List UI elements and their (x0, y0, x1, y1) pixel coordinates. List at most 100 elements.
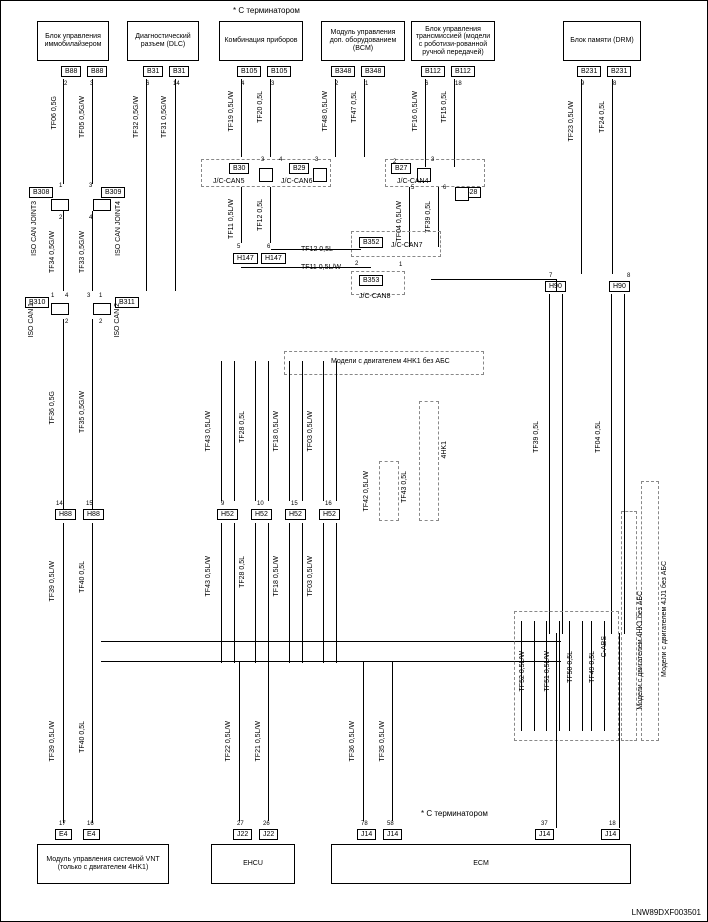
pin: 3 (89, 183, 92, 189)
isoj4-lbl: ISO CAN JOINT4 (115, 201, 122, 256)
wire-tf48: TF48 0,5L/W (322, 91, 329, 131)
wire-tf28a: TF28 0,5L (239, 411, 246, 443)
conn-b231b: B231 (607, 66, 631, 77)
pin: 2 (355, 261, 358, 267)
conn-b105b: B105 (267, 66, 291, 77)
conn-e4b: E4 (83, 829, 100, 840)
isoj3-lbl: ISO CAN JOINT3 (31, 201, 38, 256)
wire-tf28b: TF28 0,5L (239, 556, 246, 588)
pin: 1 (51, 293, 54, 299)
wiring-diagram: * С терминатором Блок управления иммобил… (0, 0, 708, 922)
wire-tf33: TF33 0,5G/W (79, 231, 86, 273)
module-ehcu: EHCU (211, 844, 295, 884)
docnum: LNW89DXF003501 (632, 908, 701, 917)
module-trans: Блок управления трансмиссией (модели с р… (411, 21, 495, 61)
conn-h52b: H52 (251, 509, 272, 520)
wire-tf16: TF16 0,5L/W (412, 91, 419, 131)
pin: 8 (613, 81, 616, 87)
wire-tf12a: TF12 0,5L (257, 199, 264, 231)
conn-h52c: H52 (285, 509, 306, 520)
note-4hk1-1: Модели с двигателем 4HK1 без АБС (331, 358, 450, 365)
conn-h90b: H90 (609, 281, 630, 292)
jc5-dot (259, 168, 273, 182)
wire-tf18b: TF18 0,5L/W (273, 556, 280, 596)
module-combi: Комбинация приборов (219, 21, 303, 61)
conn-b309: B309 (101, 187, 125, 198)
isocan2-dot (93, 303, 111, 315)
wire-tf39b: TF39 0,5L (425, 201, 432, 233)
wire-tf20: TF20 0,5L (257, 91, 264, 123)
wire-tf39r: TF39 0,5L (533, 421, 540, 453)
pin: 4 (65, 293, 68, 299)
conn-j14a: J14 (357, 829, 376, 840)
jc4-dot2 (455, 187, 469, 201)
conn-e4a: E4 (55, 829, 72, 840)
wire-tf43a: TF43 0,5L/W (205, 411, 212, 451)
conn-j14d: J14 (601, 829, 620, 840)
wire-tf40-2: TF40 0,5L (79, 721, 86, 753)
joint4-dot (93, 199, 111, 211)
conn-b29: B29 (289, 163, 309, 174)
pin: 3 (87, 293, 90, 299)
jccan5-lbl: J/C-CAN5 (213, 178, 245, 185)
pin: 1 (399, 262, 402, 268)
wire-tf36: TF36 0,5G (49, 391, 56, 424)
wire-tf39-2: TF39 0,5L/W (49, 721, 56, 761)
pin: 1 (99, 293, 102, 299)
wire-tf05: TF05 0,5G/W (79, 96, 86, 138)
pin: 27 (237, 821, 244, 827)
pin: 78 (361, 821, 368, 827)
conn-j14b: J14 (383, 829, 402, 840)
wire-tf32: TF32 0,5G/W (133, 96, 140, 138)
pin: 15 (86, 501, 93, 507)
pin: 2 (99, 319, 102, 325)
pin: 17 (59, 821, 66, 827)
pin: 16 (325, 501, 332, 507)
module-drm: Блок памяти (DRM) (563, 21, 641, 61)
pin: 3 (315, 157, 318, 163)
wire-tf15: TF15 0,5L (441, 91, 448, 123)
pin: 18 (455, 81, 462, 87)
conn-b105a: B105 (237, 66, 261, 77)
pin: 9 (221, 501, 224, 507)
wire-tf35b: TF35 0,5L/W (379, 721, 386, 761)
wire-tf43b: TF43 0,5L/W (205, 556, 212, 596)
pin: 3 (261, 157, 264, 163)
pin: 58 (387, 821, 394, 827)
conn-b348a: B348 (331, 66, 355, 77)
conn-b231a: B231 (577, 66, 601, 77)
dashed-4hk1-r (621, 511, 637, 741)
wire-tf39: TF39 0,5L/W (49, 561, 56, 601)
wire-tf31: TF31 0,5G/W (161, 96, 168, 138)
wire-tf19: TF19 0,5L/W (228, 91, 235, 131)
module-diag: Диагностический разъем (DLC) (127, 21, 199, 61)
wire-tf51: TF51 0,5L/W (544, 651, 551, 691)
wire-tf03b: TF03 0,5L/W (307, 556, 314, 596)
conn-h147b: H147 (261, 253, 286, 264)
header-note: * С терминатором (233, 6, 300, 15)
pin: 4 (279, 157, 282, 163)
module-bcm: Модуль управления доп. оборудованием (BC… (321, 21, 405, 61)
pin: 1 (365, 81, 368, 87)
pin: 8 (627, 273, 630, 279)
conn-b30: B30 (229, 163, 249, 174)
conn-b352: B352 (359, 237, 383, 248)
pin: 26 (263, 821, 270, 827)
pin: 5 (237, 244, 240, 250)
wire-tf50: TF50 0,5L (567, 651, 574, 683)
jccan8-lbl: J/C-CAN8 (359, 293, 391, 300)
wire-tf18a: TF18 0,5L/W (273, 411, 280, 451)
wire-tf52: TF52 0,5L/W (519, 651, 526, 691)
pin: 3 (431, 157, 434, 163)
wire-tf21: TF21 0,5L/W (255, 721, 262, 761)
conn-h52a: H52 (217, 509, 238, 520)
wire-tf11a: TF11 0,5L/W (228, 199, 235, 239)
conn-j14c: J14 (535, 829, 554, 840)
wire-tf47: TF47 0,5L (351, 91, 358, 123)
isocan2-lbl: ISO CAN 2 (114, 303, 121, 338)
jc6-dot (313, 168, 327, 182)
wire-tf34: TF34 0,5G/W (49, 231, 56, 273)
conn-b88a: B88 (61, 66, 81, 77)
wire-tf35: TF35 0,5G/W (79, 391, 86, 433)
wire-tf04r: TF04 0,5L (595, 421, 602, 453)
